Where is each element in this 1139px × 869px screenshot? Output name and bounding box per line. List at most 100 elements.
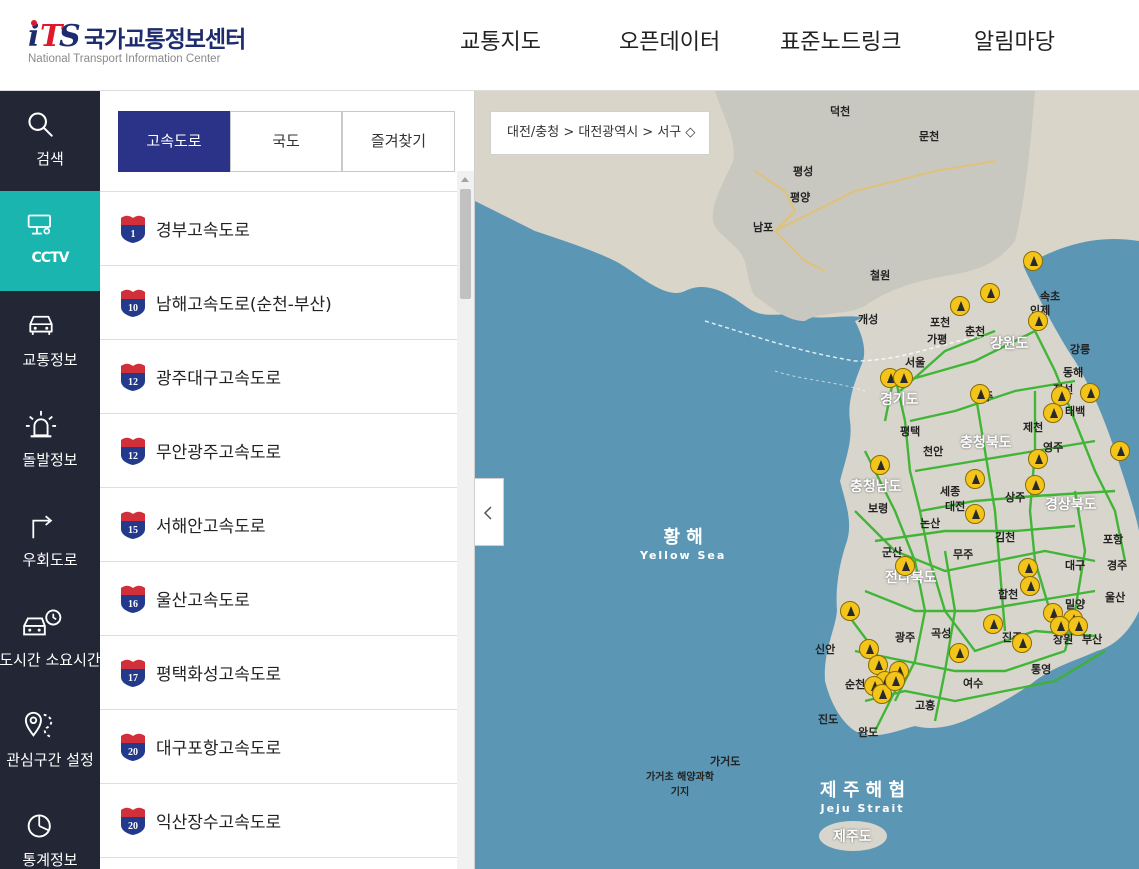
traffic-map[interactable]: 덕천문천평성평양남포철원개성속초인제춘천포천가평원주강릉동해서울경기도강원도정선…	[475, 91, 1139, 869]
rail-item-traffic-info[interactable]: 교통정보	[0, 291, 100, 391]
rail-item-search[interactable]: 검색	[0, 91, 100, 191]
road-list-item[interactable]: 17 평택화성고속도로	[100, 636, 457, 710]
road-name: 평택화성고속도로	[156, 665, 282, 685]
sidebar-rail: 검색 CCTV 교통정보 돌발정보 우회도로 도시간 소요시간 관심구간 설정 …	[0, 91, 101, 869]
map-place-label: 남포	[753, 221, 774, 234]
cctv-marker-icon[interactable]	[965, 469, 985, 489]
expressway-list: 1 경부고속도로 10 남해고속도로(순천-부산) 12 광주대구고속도로 12 무안광주고속…	[100, 191, 457, 869]
expressway-shield-icon: 17	[121, 659, 145, 687]
rail-item-statistics[interactable]: 통계정보	[0, 791, 100, 869]
cctv-marker-icon[interactable]	[1012, 633, 1032, 653]
expressway-shield-icon: 15	[121, 511, 145, 539]
cctv-marker-icon[interactable]	[1080, 383, 1100, 403]
road-name: 울산고속도로	[156, 591, 250, 611]
cctv-marker-icon[interactable]	[885, 671, 905, 691]
road-name: 남해고속도로(순천-부산)	[156, 295, 332, 315]
cctv-marker-icon[interactable]	[1020, 576, 1040, 596]
cctv-marker-icon[interactable]	[980, 283, 1000, 303]
scroll-up-arrow-icon[interactable]	[461, 177, 469, 182]
map-place-label: 곡성	[931, 627, 952, 640]
map-place-label: 서울	[905, 356, 926, 369]
cctv-marker-icon[interactable]	[965, 504, 985, 524]
expressway-shield-icon: 10	[121, 289, 145, 317]
nav-traffic-map[interactable]: 교통지도	[460, 24, 541, 56]
sea-label-jeju-strait: 제 주 해 협 Jeju Strait	[820, 780, 906, 815]
collapse-panel-button[interactable]	[475, 478, 504, 546]
map-place-label: 평양	[790, 191, 811, 204]
logo[interactable]: i T S 국가교통정보센터 National Transport Inform…	[28, 14, 268, 74]
nav-standard-node-link[interactable]: 표준노드링크	[780, 24, 901, 56]
map-place-label: 태백	[1065, 405, 1086, 418]
car-clock-icon	[23, 609, 62, 636]
rail-item-cctv[interactable]: CCTV	[0, 191, 100, 291]
rail-item-detour[interactable]: 우회도로	[0, 491, 100, 591]
cctv-marker-icon[interactable]	[1043, 403, 1063, 423]
map-place-label: 춘천	[965, 325, 986, 338]
map-place-label: 경주	[1107, 559, 1128, 572]
pie-chart-icon	[27, 814, 51, 838]
cctv-marker-icon[interactable]	[1028, 311, 1048, 331]
search-icon	[28, 112, 53, 137]
map-place-label: 개성	[858, 313, 879, 326]
nav-notice[interactable]: 알림마당	[974, 24, 1055, 56]
cctv-marker-icon[interactable]	[893, 368, 913, 388]
map-place-label: 완도	[858, 726, 879, 739]
map-place-label: 경상북도	[1045, 497, 1097, 513]
tab-favorites[interactable]: 즐겨찾기	[342, 111, 455, 172]
cctv-marker-icon[interactable]	[1028, 449, 1048, 469]
road-list-item[interactable]: 12 무안광주고속도로	[100, 414, 457, 488]
cctv-marker-icon[interactable]	[949, 643, 969, 663]
map-place-label: 대전	[945, 500, 966, 513]
map-place-label: 포천	[930, 316, 951, 329]
svg-text:S: S	[59, 19, 81, 52]
map-place-label: 가거초 해양과학기지	[646, 772, 714, 798]
alert-light-icon	[25, 410, 57, 438]
header: i T S 국가교통정보센터 National Transport Inform…	[0, 0, 1139, 91]
cctv-marker-icon[interactable]	[870, 455, 890, 475]
cctv-marker-icon[interactable]	[950, 296, 970, 316]
map-place-label: 여수	[963, 677, 984, 690]
list-scrollbar[interactable]	[457, 171, 474, 869]
cctv-marker-icon[interactable]	[970, 384, 990, 404]
nav-open-data[interactable]: 오픈데이터	[619, 24, 720, 56]
shield-number: 12	[128, 377, 138, 388]
map-place-label: 제주도	[833, 829, 872, 845]
region-breadcrumb[interactable]: 대전/충청 > 대전광역시 > 서구 ◇	[490, 111, 710, 155]
map-place-label: 평택	[900, 425, 921, 438]
road-list-item[interactable]: 20 익산장수고속도로	[100, 784, 457, 858]
road-list-item[interactable]: 12 광주대구고속도로	[100, 340, 457, 414]
rail-item-interest-section[interactable]: 관심구간 설정	[0, 691, 100, 791]
map-place-label: 상주	[1005, 491, 1026, 504]
rail-item-incident[interactable]: 돌발정보	[0, 391, 100, 491]
its-logo-icon: i T S	[28, 19, 81, 52]
road-list-item[interactable]: 16 울산고속도로	[100, 562, 457, 636]
road-list-item[interactable]: 1 경부고속도로	[100, 192, 457, 266]
cctv-marker-icon[interactable]	[1050, 616, 1070, 636]
map-place-label: 고흥	[915, 699, 936, 712]
road-name: 서해안고속도로	[156, 517, 266, 537]
map-place-label: 광주	[895, 631, 916, 644]
road-name: 광주대구고속도로	[156, 369, 282, 389]
map-place-label: 강릉	[1070, 343, 1091, 356]
cctv-marker-icon[interactable]	[1068, 616, 1088, 636]
map-place-label: 순천	[845, 678, 866, 691]
road-list-item[interactable]: 10 남해고속도로(순천-부산)	[100, 266, 457, 340]
cctv-marker-icon[interactable]	[840, 601, 860, 621]
tab-expressway[interactable]: 고속도로	[118, 111, 230, 172]
map-place-label: 논산	[920, 517, 941, 530]
cctv-marker-icon[interactable]	[895, 556, 915, 576]
scroll-thumb[interactable]	[460, 189, 471, 299]
map-place-label: 통영	[1031, 663, 1052, 676]
cctv-marker-icon[interactable]	[1023, 251, 1043, 271]
rail-item-city-travel-time[interactable]: 도시간 소요시간	[0, 591, 101, 691]
road-list-item[interactable]: 15 서해안고속도로	[100, 488, 457, 562]
cctv-marker-icon[interactable]	[1110, 441, 1130, 461]
cctv-marker-icon[interactable]	[1018, 558, 1038, 578]
map-place-label: 경기도	[880, 392, 919, 408]
road-list-item[interactable]: 20 대구포항고속도로	[100, 710, 457, 784]
tab-national-road[interactable]: 국도	[230, 111, 342, 172]
map-place-label: 울산	[1105, 591, 1126, 604]
map-place-label: 천안	[923, 445, 944, 458]
cctv-marker-icon[interactable]	[1025, 475, 1045, 495]
cctv-marker-icon[interactable]	[983, 614, 1003, 634]
